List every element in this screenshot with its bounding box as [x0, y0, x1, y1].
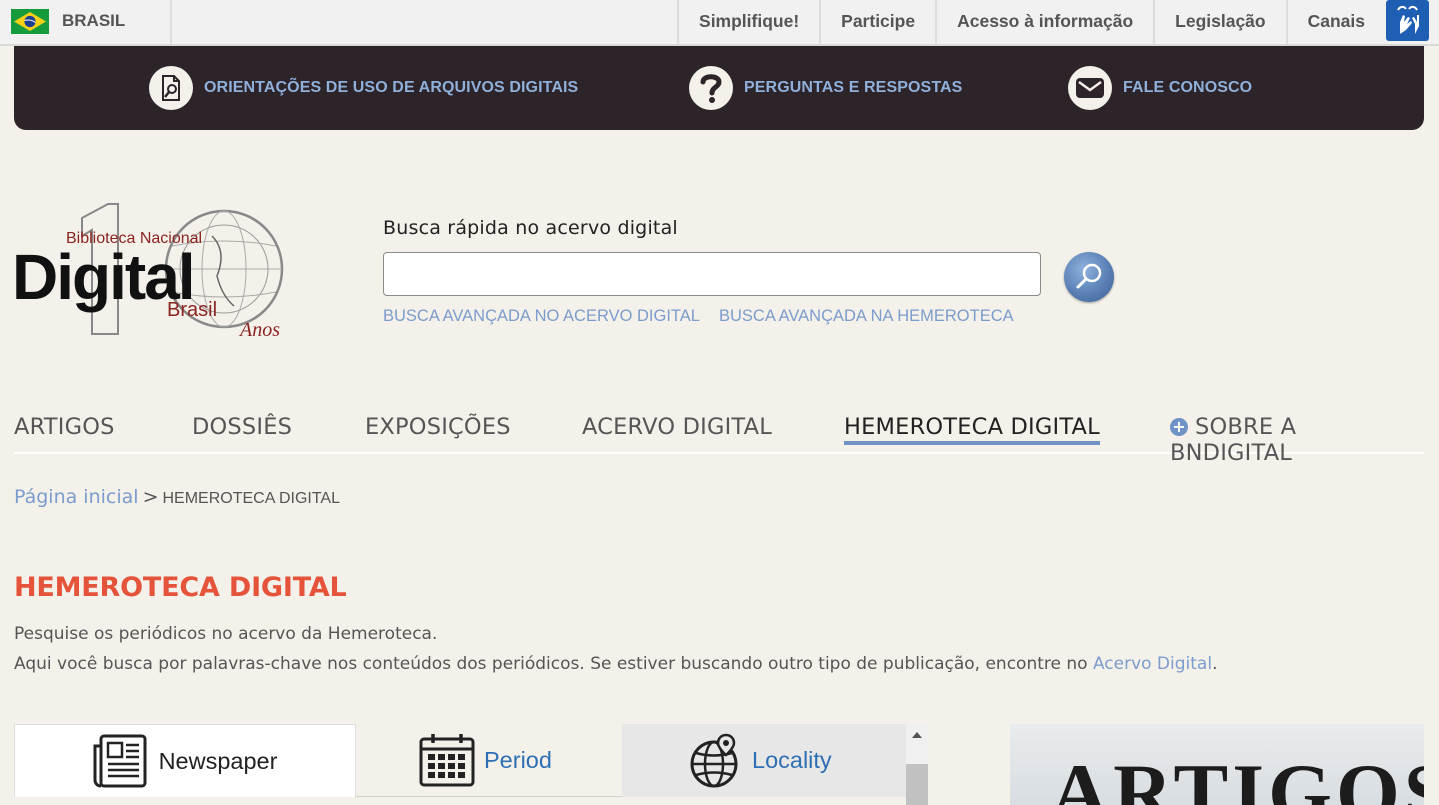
hemeroteca-search-tabs: Newspaper Period Locality — [14, 724, 928, 805]
magnifier-icon — [1076, 263, 1102, 289]
page-description-line2: Aqui você busca por palavras-chave nos c… — [14, 654, 1217, 674]
artigos-banner-text: ARTIGOS — [1050, 747, 1424, 805]
logo-line3: Brasil — [167, 299, 217, 321]
nav-dossies[interactable]: DOSSIÊS — [192, 414, 292, 440]
scroll-thumb[interactable] — [906, 764, 928, 805]
gov-link-legislacao[interactable]: Legislação — [1153, 0, 1285, 44]
calendar-icon — [418, 732, 476, 788]
main-nav: ARTIGOS DOSSIÊS EXPOSIÇÕES ACERVO DIGITA… — [14, 414, 1424, 466]
gov-link-canais[interactable]: Canais — [1285, 0, 1385, 44]
tab-period-label: Period — [484, 746, 552, 773]
gov-links: Simplifique! Participe Acesso à informaç… — [677, 0, 1385, 44]
artigos-banner[interactable]: ARTIGOS — [1010, 724, 1424, 805]
nav-sobre-label: SOBRE A BNDIGITAL — [1170, 414, 1297, 466]
page-description-line1: Pesquise os periódicos no acervo da Heme… — [14, 624, 438, 644]
search-input[interactable] — [383, 252, 1041, 296]
nav-hemeroteca-digital[interactable]: HEMEROTECA DIGITAL — [844, 414, 1100, 445]
nav-sobre-bndigital[interactable]: + SOBRE A BNDIGITAL — [1170, 414, 1424, 466]
gov-link-simplifique[interactable]: Simplifique! — [677, 0, 819, 44]
gov-bar: BRASIL Simplifique! Participe Acesso à i… — [0, 0, 1439, 46]
tab-locality-label: Locality — [752, 747, 832, 773]
nav-artigos[interactable]: ARTIGOS — [14, 414, 115, 440]
brazil-flag-icon — [11, 9, 49, 34]
faq-label: PERGUNTAS E RESPOSTAS — [744, 79, 963, 96]
tab-newspaper-label: Newspaper — [158, 747, 278, 774]
service-bar: ORIENTAÇÕES DE USO DE ARQUIVOS DIGITAIS … — [14, 46, 1424, 130]
nav-acervo-digital[interactable]: ACERVO DIGITAL — [582, 414, 772, 440]
bndigital-logo[interactable]: Biblioteca Nacional Digital Brasil Anos — [12, 196, 312, 342]
breadcrumb-current: HEMEROTECA DIGITAL — [162, 490, 340, 507]
question-icon — [689, 66, 733, 110]
guide-link[interactable]: ORIENTAÇÕES DE USO DE ARQUIVOS DIGITAIS — [149, 66, 578, 110]
gov-brand-label: BRASIL — [62, 11, 126, 30]
tabs-scrollbar[interactable] — [906, 724, 928, 805]
plus-circle-icon: + — [1170, 418, 1188, 436]
contact-link[interactable]: FALE CONOSCO — [1068, 66, 1252, 110]
breadcrumb: Página inicial > HEMEROTECA DIGITAL — [14, 486, 340, 508]
guide-label: ORIENTAÇÕES DE USO DE ARQUIVOS DIGITAIS — [204, 79, 579, 96]
breadcrumb-home-link[interactable]: Página inicial — [14, 486, 139, 508]
envelope-icon — [1068, 66, 1112, 110]
nav-exposicoes[interactable]: EXPOSIÇÕES — [365, 414, 511, 440]
logo-line4: Anos — [238, 319, 280, 341]
faq-link[interactable]: PERGUNTAS E RESPOSTAS — [689, 66, 962, 110]
description-text: Aqui você busca por palavras-chave nos c… — [14, 654, 1093, 674]
newspaper-icon — [93, 734, 151, 788]
tab-period[interactable]: Period — [356, 724, 622, 797]
gov-link-acesso-informacao[interactable]: Acesso à informação — [935, 0, 1153, 44]
gov-link-participe[interactable]: Participe — [819, 0, 935, 44]
search-button[interactable] — [1064, 252, 1114, 302]
advanced-search-digital-link[interactable]: BUSCA AVANÇADA NO ACERVO DIGITAL — [383, 307, 700, 326]
tab-locality[interactable]: Locality — [622, 724, 906, 797]
advanced-search-hemeroteca-link[interactable]: BUSCA AVANÇADA NA HEMEROTECA — [719, 307, 1014, 326]
acervo-digital-link[interactable]: Acervo Digital — [1093, 654, 1212, 674]
scroll-up-arrow-icon[interactable] — [912, 732, 922, 738]
globe-pin-icon — [688, 733, 744, 789]
vlibras-button[interactable] — [1386, 0, 1429, 41]
document-search-icon — [149, 66, 193, 110]
page-title: HEMEROTECA DIGITAL — [14, 572, 347, 603]
search-title: Busca rápida no acervo digital — [383, 217, 678, 239]
gov-brand-link[interactable]: BRASIL — [0, 0, 172, 44]
sign-language-icon — [1397, 5, 1419, 34]
tab-newspaper[interactable]: Newspaper — [14, 724, 356, 797]
description-end: . — [1212, 654, 1218, 674]
contact-label: FALE CONOSCO — [1123, 79, 1253, 96]
breadcrumb-separator: > — [142, 486, 159, 508]
